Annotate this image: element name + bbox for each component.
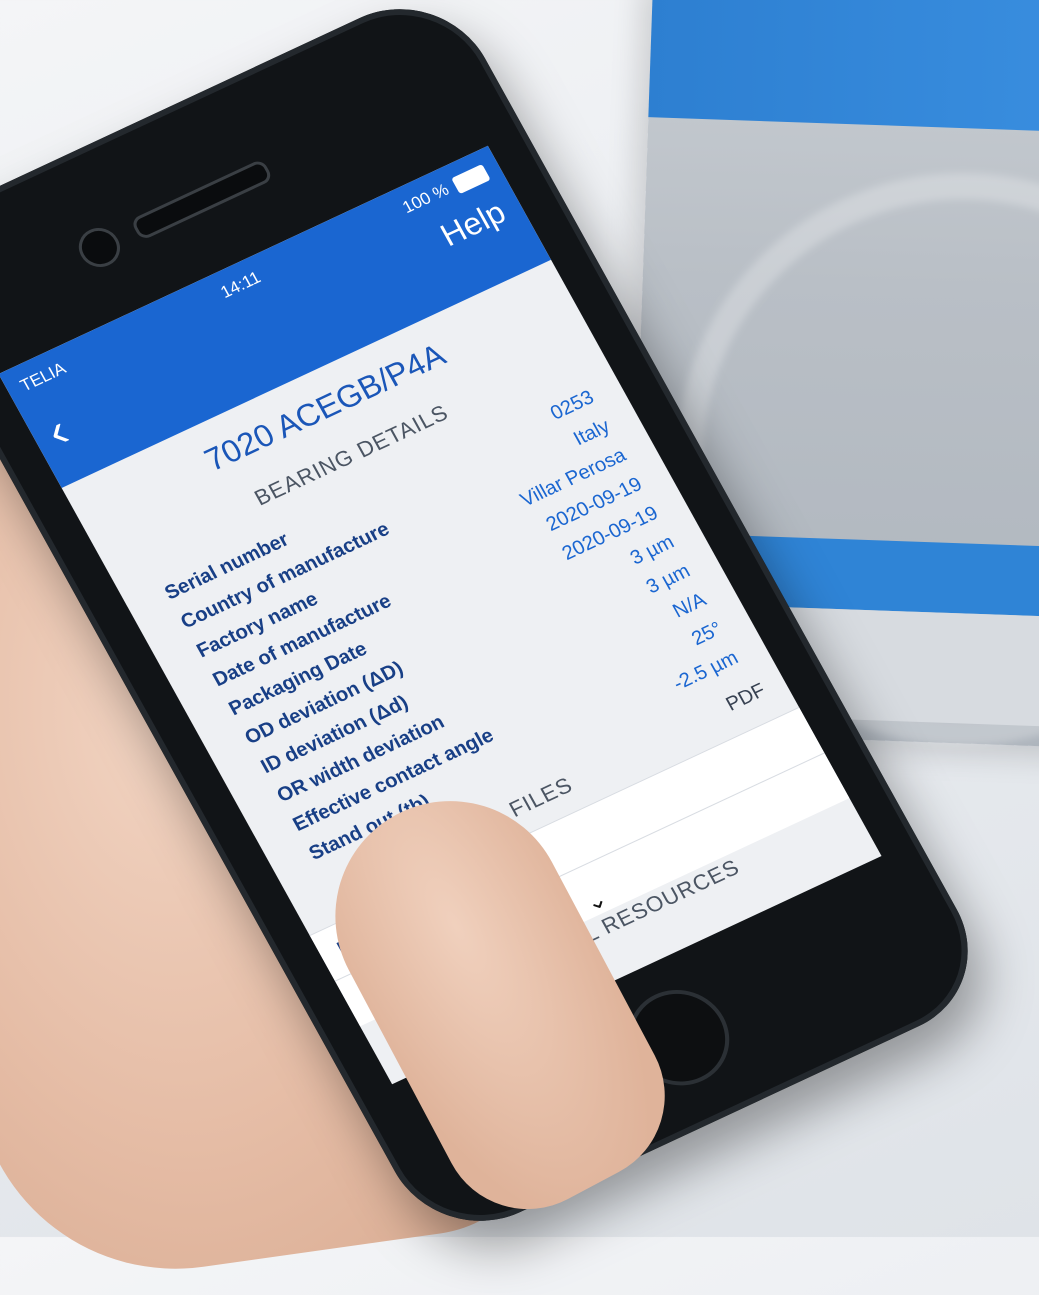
battery-percent: 100 %: [399, 179, 453, 218]
front-camera: [71, 221, 128, 274]
box-top-band: [648, 0, 1039, 134]
carrier-label: TELIA: [16, 358, 70, 396]
chevron-left-icon[interactable]: ‹: [38, 405, 78, 458]
clock: 14:11: [217, 267, 264, 302]
earpiece-speaker: [129, 158, 274, 242]
battery-icon: [451, 163, 491, 195]
